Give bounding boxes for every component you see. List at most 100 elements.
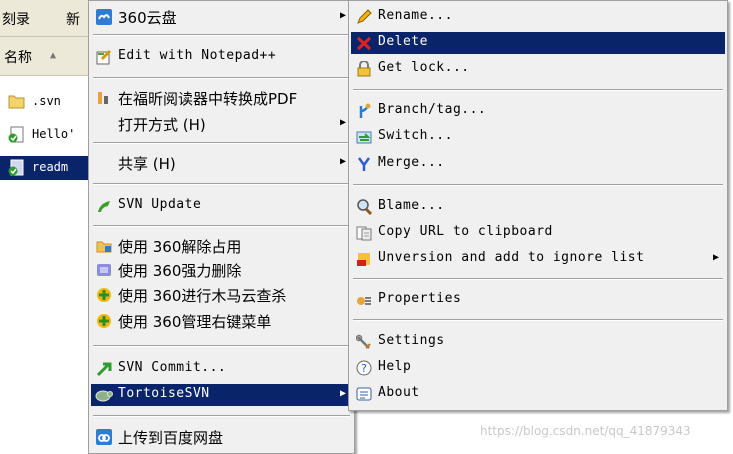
svn-modified-file-icon [8,126,24,143]
menu-item-label: Settings [378,333,445,348]
menu-item-label: 使用 360强力删除 [118,262,242,280]
menu-item-360-context-menu[interactable]: 使用 360管理右键菜单 [91,310,352,332]
lock-icon [355,60,373,78]
tortoisesvn-icon [95,386,113,404]
360-unlock-icon [95,237,113,255]
copy-url-icon [355,224,373,242]
menu-separator [93,183,350,185]
context-menu: 360云盘 ▶ Edit with Notepad++ 在福昕阅读器中转换成PD… [88,0,355,454]
menu-item-label: 打开方式 (H) [118,116,206,134]
submenu-arrow-icon: ▶ [339,156,346,167]
merge-icon [355,155,373,173]
menu-item-switch[interactable]: Switch... [351,126,725,148]
menu-item-svn-update[interactable]: SVN Update [91,195,352,217]
svn-modified-file-icon [8,159,24,176]
menu-separator [353,319,723,321]
menu-separator [93,77,350,79]
burn-button[interactable]: 刻录 [2,9,30,29]
menu-separator [353,278,723,280]
svg-text:?: ? [361,362,367,375]
menu-item-label: Delete [378,34,428,49]
menu-item-label: SVN Commit... [118,360,227,375]
menu-item-label: Unversion and add to ignore list [378,250,645,265]
unversion-ignore-icon [355,250,373,268]
properties-icon [355,291,373,309]
file-row-hello[interactable]: Hello' [0,123,92,147]
delete-x-icon [355,34,373,52]
menu-separator [353,89,723,91]
foxit-pdf-icon [95,89,113,107]
menu-item-label: Copy URL to clipboard [378,224,553,239]
baidu-netdisk-icon [95,428,113,446]
menu-item-label: Blame... [378,198,445,213]
menu-item-get-lock[interactable]: Get lock... [351,58,725,80]
file-row-svn[interactable]: .svn [0,90,92,114]
menu-separator [93,415,350,417]
menu-item-360-trojan-scan[interactable]: 使用 360进行木马云查杀 [91,284,352,306]
branch-tag-icon [355,102,373,120]
file-name: .svn [32,94,61,108]
menu-item-properties[interactable]: Properties [351,289,725,311]
menu-item-share[interactable]: 共享 (H) ▶ [91,152,352,174]
menu-separator [353,184,723,186]
360-cloud-icon [95,8,113,26]
switch-icon [355,128,373,146]
menu-item-label: 使用 360解除占用 [118,238,242,256]
menu-item-merge[interactable]: Merge... [351,153,725,175]
menu-item-unversion-ignore[interactable]: Unversion and add to ignore list ▶ [351,248,725,270]
submenu-arrow-icon: ▶ [712,252,719,263]
menu-item-label: 在福昕阅读器中转换成PDF [118,90,298,108]
menu-item-help[interactable]: ? Help [351,357,725,379]
file-explorer: 刻录 新 名称 ▲ .svn Hello' readm [0,0,92,452]
menu-separator [93,34,350,36]
menu-item-about[interactable]: About [351,383,725,405]
blame-icon [355,198,373,216]
menu-separator [93,225,350,227]
360-context-menu-icon [95,312,113,330]
menu-item-delete[interactable]: Delete [351,32,725,54]
submenu-arrow-icon: ▶ [339,117,346,128]
menu-item-settings[interactable]: Settings [351,331,725,353]
menu-item-baidu-upload[interactable]: 上传到百度网盘 [91,426,352,448]
menu-item-tortoisesvn[interactable]: TortoiseSVN ▶ [91,384,352,406]
submenu-arrow-icon: ▶ [339,388,346,399]
menu-item-360-force-delete[interactable]: 使用 360强力删除 [91,259,352,281]
menu-item-edit-notepad[interactable]: Edit with Notepad++ [91,46,352,68]
menu-separator [93,345,350,347]
file-name: Hello' [32,127,76,141]
folder-icon [8,95,25,109]
menu-item-label: 360云盘 [118,9,177,27]
menu-item-label: Switch... [378,128,453,143]
file-row-readme[interactable]: readm [0,156,92,180]
file-name: readm [32,160,69,174]
menu-separator [93,142,350,144]
explorer-toolbar: 刻录 新 [0,0,92,37]
menu-item-label: Merge... [378,155,445,170]
rename-pencil-icon [355,8,373,26]
menu-item-open-with[interactable]: 打开方式 (H) ▶ [91,113,352,135]
menu-item-svn-commit[interactable]: SVN Commit... [91,358,352,380]
menu-item-label: TortoiseSVN [118,386,210,401]
svn-commit-icon [95,360,113,378]
menu-item-360-cloud[interactable]: 360云盘 ▶ [91,6,352,28]
tortoisesvn-submenu: Rename... Delete Get lock... Branch/tag.… [348,0,728,411]
help-icon: ? [355,359,373,377]
menu-item-label: 共享 (H) [118,155,176,173]
menu-item-label: Rename... [378,8,453,23]
menu-item-branch-tag[interactable]: Branch/tag... [351,100,725,122]
menu-item-360-unlock[interactable]: 使用 360解除占用 [91,235,352,257]
submenu-arrow-icon: ▶ [339,10,346,21]
menu-item-rename[interactable]: Rename... [351,6,725,28]
menu-item-label: About [378,385,420,400]
menu-item-label: Edit with Notepad++ [118,48,277,63]
360-force-delete-icon [95,261,113,279]
about-icon [355,385,373,403]
new-folder-button[interactable]: 新 [66,9,80,29]
menu-item-copy-url[interactable]: Copy URL to clipboard [351,222,725,244]
notepad-plus-plus-icon [95,48,113,66]
menu-item-foxit-convert[interactable]: 在福昕阅读器中转换成PDF [91,87,352,109]
sort-ascending-icon: ▲ [50,50,57,61]
menu-item-blame[interactable]: Blame... [351,196,725,218]
name-column-header[interactable]: 名称 ▲ [0,37,92,76]
menu-item-label: SVN Update [118,197,202,212]
